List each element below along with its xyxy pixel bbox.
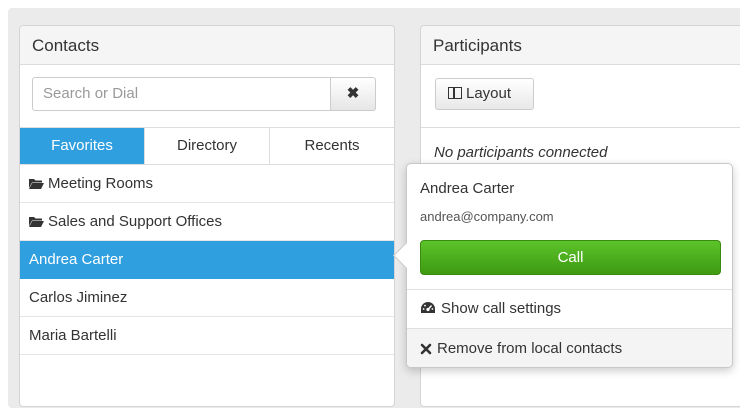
list-item-sales-support[interactable]: Sales and Support Offices <box>20 203 394 241</box>
tab-directory[interactable]: Directory <box>144 128 269 164</box>
show-call-settings-label: Show call settings <box>441 300 562 317</box>
list-item-carlos-jiminez[interactable]: Carlos Jiminez <box>20 279 394 317</box>
tab-recents[interactable]: Recents <box>269 128 394 164</box>
remove-icon <box>420 343 432 355</box>
dashboard-icon <box>421 302 435 313</box>
participants-title: Participants <box>421 26 740 65</box>
list-item-label: Maria Bartelli <box>29 327 117 344</box>
contacts-title: Contacts <box>20 26 394 65</box>
list-item-label: Andrea Carter <box>29 251 124 268</box>
contacts-tabs: Favorites Directory Recents <box>20 127 394 165</box>
list-item-label: Meeting Rooms <box>48 175 154 192</box>
list-item-meeting-rooms[interactable]: Meeting Rooms <box>20 165 394 203</box>
divider <box>407 289 732 290</box>
contact-popover: Andrea Carter andrea@company.com Call Sh… <box>393 163 733 368</box>
folder-icon <box>29 217 44 227</box>
layout-label: Layout <box>466 85 512 102</box>
list-item-andrea-carter[interactable]: Andrea Carter <box>20 241 394 279</box>
call-button[interactable]: Call <box>420 240 721 275</box>
search-row: Search or Dial ✖ <box>32 77 377 113</box>
show-call-settings-item[interactable]: Show call settings <box>420 300 561 317</box>
layout-button[interactable]: Layout <box>435 78 534 110</box>
search-input[interactable]: Search or Dial <box>32 77 331 111</box>
no-participants-text: No participants connected <box>434 144 608 161</box>
remove-contact-row[interactable]: Remove from local contacts <box>420 340 622 357</box>
contact-list: Meeting Rooms Sales and Support Offices … <box>20 165 394 355</box>
list-item-label: Sales and Support Offices <box>48 213 222 230</box>
remove-contact-label: Remove from local contacts <box>437 340 623 357</box>
layout-icon <box>448 87 462 99</box>
list-item-maria-bartelli[interactable]: Maria Bartelli <box>20 317 394 355</box>
contact-name: Andrea Carter <box>420 180 515 197</box>
tab-favorites[interactable]: Favorites <box>20 128 144 164</box>
divider <box>421 127 740 128</box>
list-item-label: Carlos Jiminez <box>29 289 128 306</box>
close-icon: ✖ <box>346 85 360 102</box>
contacts-panel: Contacts Search or Dial ✖ Favorites Dire… <box>19 25 395 407</box>
folder-icon <box>29 179 44 189</box>
contact-email: andrea@company.com <box>420 209 554 224</box>
clear-search-button[interactable]: ✖ <box>330 77 376 111</box>
